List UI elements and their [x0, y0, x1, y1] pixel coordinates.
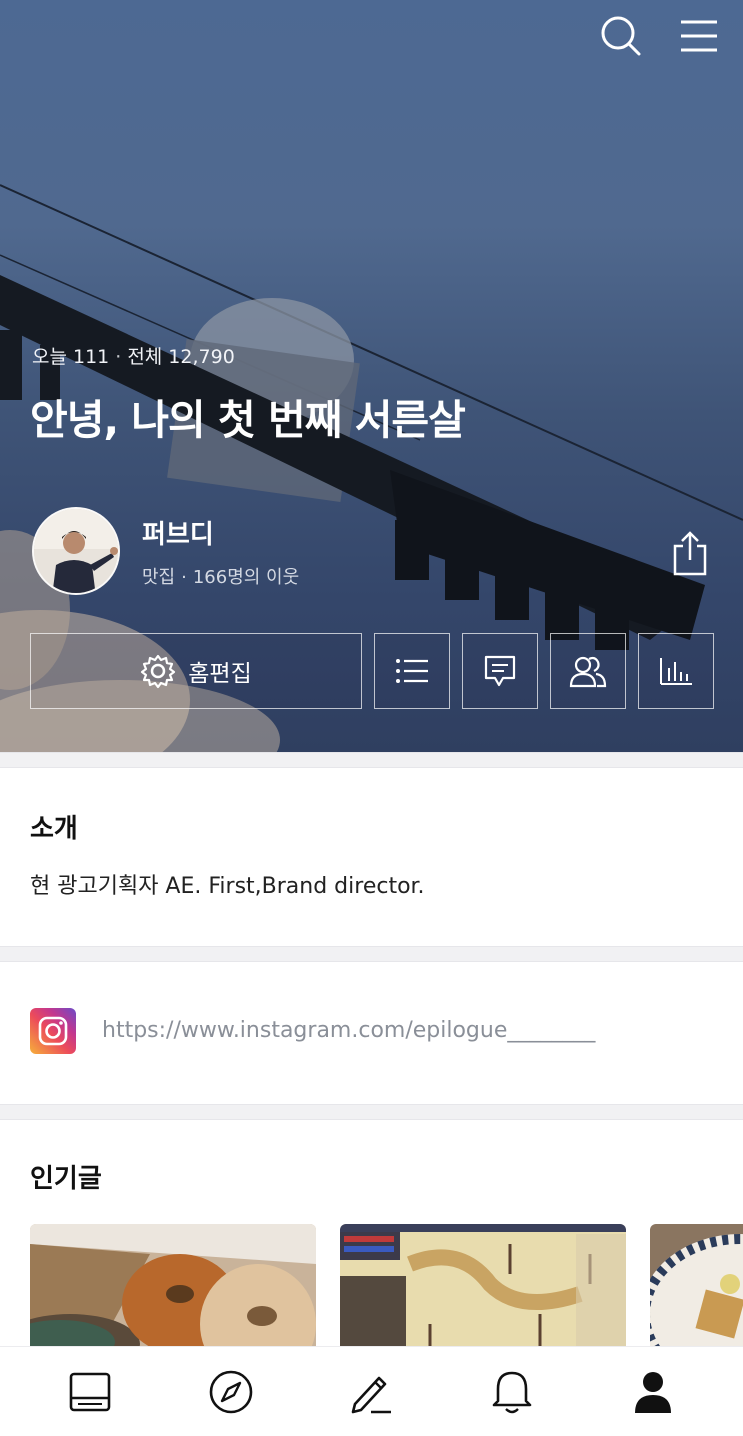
popular-post-thumbnail[interactable]	[340, 1224, 626, 1364]
edit-home-label: 홈편집	[188, 661, 252, 687]
total-count: 전체 12,790	[127, 346, 235, 368]
popular-post-thumbnail[interactable]	[650, 1224, 743, 1364]
menu-button[interactable]	[677, 14, 721, 58]
popular-post-thumbnail[interactable]	[30, 1224, 316, 1364]
pencil-icon	[352, 1376, 392, 1413]
today-count: 오늘 111	[32, 346, 110, 368]
donut-photo	[30, 1224, 316, 1364]
stats-icon	[660, 658, 692, 685]
blog-category: 맛집	[142, 566, 176, 588]
person-icon	[634, 1371, 671, 1413]
popular-heading: 인기글	[30, 1164, 102, 1194]
game-screenshot	[340, 1224, 626, 1364]
neighbor-count[interactable]: 166명의 이웃	[193, 567, 299, 588]
avatar-photo	[34, 509, 118, 593]
profile[interactable]: 퍼브디 맛집 · 166명의 이웃	[32, 507, 299, 595]
profile-meta: 맛집 · 166명의 이웃	[142, 566, 300, 588]
share-button[interactable]	[671, 530, 709, 576]
visitor-stats: 오늘 111 · 전체 12,790	[32, 346, 235, 368]
nav-explore[interactable]	[201, 1362, 261, 1422]
nav-notifications[interactable]	[482, 1362, 542, 1422]
list-icon	[396, 659, 428, 683]
stats-button[interactable]	[638, 633, 714, 709]
neighbors-icon	[569, 656, 607, 688]
section-divider	[0, 1104, 743, 1120]
bottom-navigation	[0, 1346, 743, 1436]
intro-text: 현 광고기획자 AE. First,Brand director.	[30, 874, 425, 899]
nav-my-blog[interactable]	[623, 1362, 683, 1422]
guestbook-button[interactable]	[462, 633, 538, 709]
compass-icon	[209, 1370, 253, 1413]
section-divider	[0, 946, 743, 962]
intro-heading: 소개	[30, 814, 78, 844]
blog-cover: 오늘 111 · 전체 12,790 안녕, 나의 첫 번째 서른살 퍼브디 맛집 ·…	[0, 0, 743, 752]
search-button[interactable]	[599, 14, 643, 58]
intro-section: 소개 현 광고기획자 AE. First,Brand director.	[0, 768, 743, 946]
section-divider	[0, 752, 743, 768]
nav-write[interactable]	[341, 1362, 401, 1422]
search-icon	[601, 16, 641, 56]
nav-feed[interactable]	[60, 1362, 120, 1422]
nickname: 퍼브디	[142, 519, 214, 550]
share-icon	[673, 531, 707, 576]
gear-icon	[141, 654, 176, 689]
food-photo	[650, 1224, 743, 1364]
neighbors-button[interactable]	[550, 633, 626, 709]
post-list-button[interactable]	[374, 633, 450, 709]
external-link-section[interactable]: https://www.instagram.com/epilogue______…	[0, 962, 743, 1104]
instagram-icon	[30, 1008, 76, 1054]
bell-icon	[492, 1371, 532, 1413]
popular-posts-section: 인기글	[0, 1120, 743, 1364]
edit-home-button[interactable]: 홈편집	[30, 633, 362, 709]
avatar[interactable]	[32, 507, 120, 595]
feed-icon	[69, 1372, 111, 1411]
menu-icon	[681, 20, 717, 52]
comment-icon	[484, 655, 516, 687]
instagram-link[interactable]: https://www.instagram.com/epilogue______…	[102, 1018, 595, 1043]
blog-title[interactable]: 안녕, 나의 첫 번째 서른살	[30, 386, 466, 446]
